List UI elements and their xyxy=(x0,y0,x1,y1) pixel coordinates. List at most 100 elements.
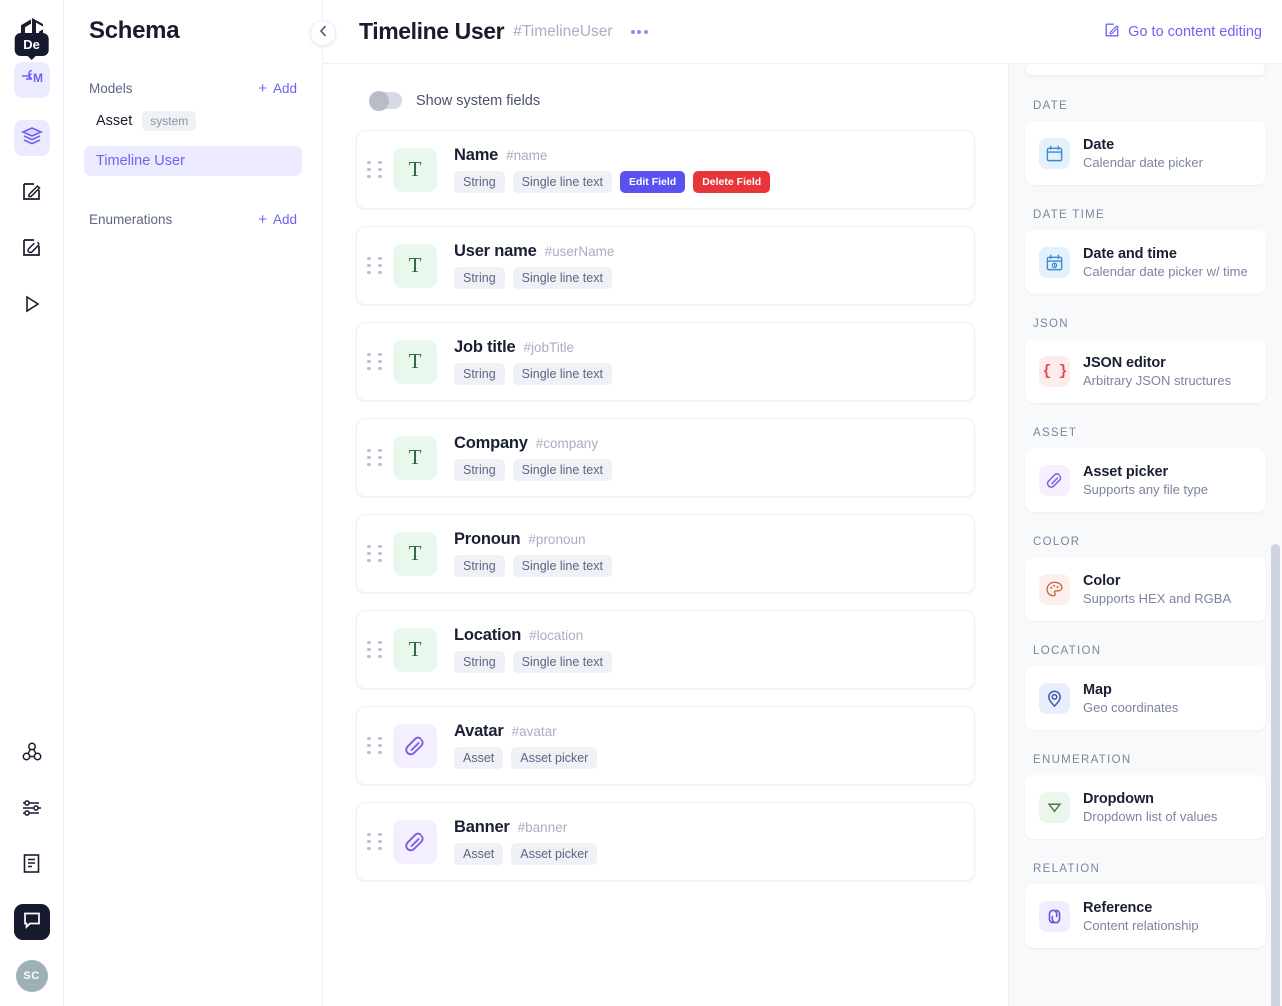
types-panel-scrollbar[interactable] xyxy=(1268,64,1282,1006)
avatar[interactable]: SC xyxy=(15,960,48,992)
field-type-name: Date and time xyxy=(1083,245,1177,262)
field-type-desc: Calendar date picker w/ time xyxy=(1083,263,1248,279)
field-type-name: Reference xyxy=(1083,899,1153,916)
field-type-name: Map xyxy=(1083,681,1112,698)
field-name: Name xyxy=(454,146,499,164)
field-type-desc: Supports HEX and RGBA xyxy=(1083,590,1232,606)
show-system-fields-toggle[interactable] xyxy=(369,90,402,111)
field-card[interactable]: T Job title #jobTitle String Single line tex… xyxy=(356,322,975,401)
field-meta: Name #name String Single line text Edit Fiel… xyxy=(454,146,771,193)
field-meta: User name #userName String Single line text xyxy=(454,242,614,289)
content-model-icon: M xyxy=(20,69,44,90)
edit-field-button[interactable]: Edit Field xyxy=(619,171,686,193)
field-api-id: #name xyxy=(506,148,548,163)
field-tags: Asset Asset picker xyxy=(454,843,598,865)
field-type-group-label: DATE TIME xyxy=(1033,209,1105,221)
plus-icon: + xyxy=(258,80,267,97)
layers-icon xyxy=(20,125,43,152)
field-type-card[interactable]: Date and time Calendar date picker w/ tim… xyxy=(1025,230,1266,294)
sliders-settings-icon xyxy=(21,799,43,822)
field-list-column: Show system fields T Name #name String Singl… xyxy=(323,64,1008,1006)
calendar-icon xyxy=(1039,137,1070,169)
sidebar-item-settings[interactable] xyxy=(14,792,50,828)
field-card[interactable]: T Location #location String Single line text xyxy=(356,610,975,689)
text-field-icon: T xyxy=(393,531,437,576)
field-tags: String Single line text xyxy=(454,363,612,385)
drag-handle-icon[interactable] xyxy=(367,160,385,179)
go-to-content-editing-link[interactable]: Go to content editing xyxy=(1104,22,1262,42)
sidebar-item-content[interactable] xyxy=(14,176,50,212)
app-root: De M SC Schema Models + Add Asset system… xyxy=(0,0,1282,1006)
field-meta: Company #company String Single line text xyxy=(454,434,612,481)
sidebar-item-docs[interactable] xyxy=(14,848,50,884)
drag-handle-icon[interactable] xyxy=(367,832,385,851)
paperclip-icon xyxy=(393,819,437,864)
field-type-desc: Calendar date picker xyxy=(1083,154,1203,170)
delete-field-button[interactable]: Delete Field xyxy=(693,171,771,193)
drag-handle-icon[interactable] xyxy=(367,352,385,371)
field-card[interactable]: T Name #name String Single line text Edit Fie… xyxy=(356,130,975,209)
edit-square-icon xyxy=(21,181,42,207)
rail-tooltip: De xyxy=(14,33,49,56)
field-type-card[interactable]: Asset picker Supports any file type xyxy=(1025,448,1266,512)
sidebar-item-content-model[interactable]: De M xyxy=(13,33,50,98)
text-field-icon: T xyxy=(393,243,437,288)
field-tag: Single line text xyxy=(512,171,612,193)
link-chain-icon xyxy=(1039,900,1070,932)
schema-sidebar: Schema Models + Add Asset system Timelin… xyxy=(64,0,323,1006)
field-api-id: #pronoun xyxy=(528,532,586,547)
field-name: Company xyxy=(454,434,528,452)
page-title: Schema xyxy=(89,17,180,44)
field-type-card[interactable]: Dropdown Dropdown list of values xyxy=(1025,775,1266,839)
field-card[interactable]: T Company #company String Single line text xyxy=(356,418,975,497)
field-tag: String xyxy=(454,555,505,577)
sidebar-item-webhooks[interactable] xyxy=(14,736,50,772)
field-tags: String Single line text Edit Field Delete F… xyxy=(454,171,771,193)
sidebar-item-assets[interactable] xyxy=(14,232,50,268)
field-tags: String Single line text xyxy=(454,555,612,577)
sidebar-item-model-asset[interactable]: Asset system xyxy=(84,104,302,138)
drag-handle-icon[interactable] xyxy=(367,640,385,659)
go-to-content-editing-label: Go to content editing xyxy=(1128,23,1262,40)
map-pin-icon xyxy=(1039,682,1070,714)
field-card[interactable]: T Pronoun #pronoun String Single line text xyxy=(356,514,975,593)
field-type-text: Color Supports HEX and RGBA xyxy=(1083,573,1231,606)
add-enumeration-button[interactable]: + Add xyxy=(258,212,297,227)
add-model-button[interactable]: + Add xyxy=(258,81,297,96)
drag-handle-icon[interactable] xyxy=(367,736,385,755)
field-type-card[interactable]: Color Supports HEX and RGBA xyxy=(1025,557,1266,621)
field-type-card[interactable]: Reference Content relationship xyxy=(1025,884,1266,948)
field-type-name: Color xyxy=(1083,572,1121,589)
field-card[interactable]: Avatar #avatar Asset Asset picker xyxy=(356,706,975,785)
edit-square-icon xyxy=(1104,22,1120,42)
sidebar-item-support-chat[interactable] xyxy=(13,904,50,940)
chevron-down-triangle-icon xyxy=(1039,791,1070,823)
chevron-left-icon xyxy=(319,24,327,42)
field-type-card[interactable]: Map Geo coordinates xyxy=(1025,666,1266,730)
ellipsis-icon[interactable] xyxy=(629,24,650,40)
field-type-card[interactable]: Date Calendar date picker xyxy=(1025,121,1266,185)
model-title: Timeline User xyxy=(359,18,505,44)
field-card[interactable]: T User name #userName String Single line tex… xyxy=(356,226,975,305)
field-card[interactable]: Banner #banner Asset Asset picker xyxy=(356,802,975,881)
field-type-desc: Dropdown list of values xyxy=(1083,808,1218,824)
field-tags: String Single line text xyxy=(454,267,614,289)
text-field-icon: T xyxy=(393,627,437,672)
sidebar-collapse-button[interactable] xyxy=(310,20,336,46)
sidebar-section-models-header: Models + Add xyxy=(84,81,302,96)
field-name-row: Name #name xyxy=(454,146,770,165)
sidebar-item-api-playground[interactable] xyxy=(14,288,50,324)
sidebar-item-model-timeline-user[interactable]: Timeline User xyxy=(84,146,302,176)
field-tag: Asset picker xyxy=(511,747,598,769)
model-api-id: #TimelineUser xyxy=(513,22,613,40)
field-tag: String xyxy=(454,267,505,289)
scrollbar-thumb[interactable] xyxy=(1271,544,1280,1006)
field-type-card[interactable]: { } JSON editor Arbitrary JSON structures xyxy=(1025,339,1266,403)
field-api-id: #avatar xyxy=(511,724,557,739)
field-meta: Pronoun #pronoun String Single line text xyxy=(454,530,612,577)
sidebar-item-schema[interactable] xyxy=(13,120,50,156)
drag-handle-icon[interactable] xyxy=(367,256,385,275)
drag-handle-icon[interactable] xyxy=(367,544,385,563)
paperclip-icon xyxy=(1039,464,1070,496)
drag-handle-icon[interactable] xyxy=(367,448,385,467)
